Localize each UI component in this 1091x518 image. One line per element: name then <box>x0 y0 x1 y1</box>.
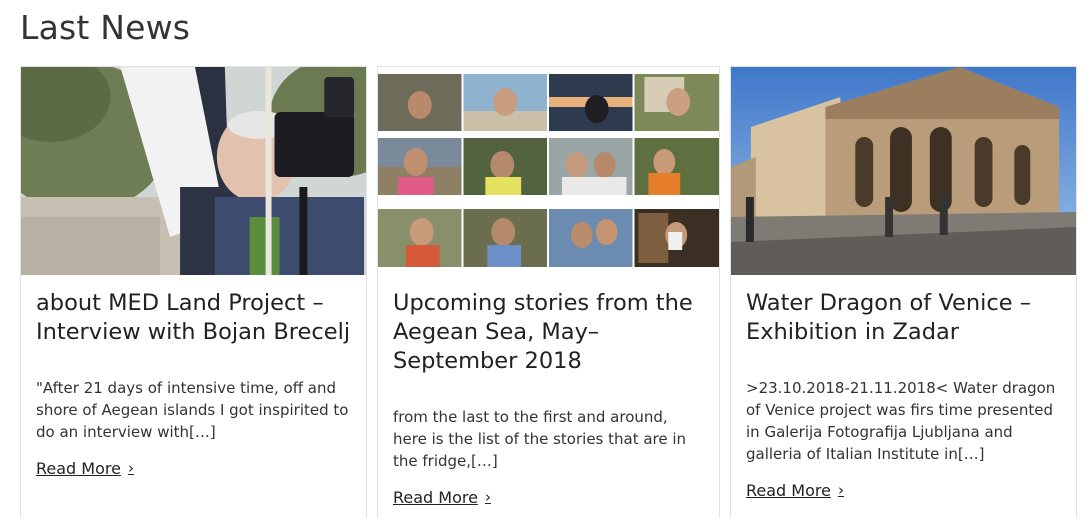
card-excerpt: >23.10.2018-21.11.2018< Water dragon of … <box>746 379 1056 463</box>
news-card[interactable]: Upcoming stories from the Aegean Sea, Ma… <box>377 66 720 518</box>
card-title[interactable]: about MED Land Project – Interview with … <box>36 289 354 347</box>
card-excerpt: from the last to the first and around, h… <box>393 408 687 470</box>
read-more-link[interactable]: Read More › <box>36 459 134 478</box>
card-excerpt: "After 21 days of intensive time, off an… <box>36 379 349 441</box>
news-card[interactable]: Water Dragon of Venice – Exhibition in Z… <box>730 66 1077 518</box>
venetian-building-photo[interactable] <box>731 67 1076 275</box>
chevron-right-icon: › <box>484 488 491 506</box>
news-card[interactable]: about MED Land Project – Interview with … <box>20 66 367 518</box>
chevron-right-icon: › <box>127 459 134 477</box>
photographer-photo[interactable] <box>21 67 366 275</box>
card-title[interactable]: Upcoming stories from the Aegean Sea, Ma… <box>393 289 707 376</box>
read-more-label[interactable]: Read More <box>393 488 478 507</box>
section-title: Last News <box>20 8 191 47</box>
portrait-collage-photo[interactable] <box>378 67 719 275</box>
chevron-right-icon: › <box>837 481 844 499</box>
read-more-label[interactable]: Read More <box>36 459 121 478</box>
read-more-label[interactable]: Read More <box>746 481 831 500</box>
read-more-link[interactable]: Read More › <box>746 481 844 500</box>
card-title[interactable]: Water Dragon of Venice – Exhibition in Z… <box>746 289 1064 347</box>
read-more-link[interactable]: Read More › <box>393 488 491 507</box>
